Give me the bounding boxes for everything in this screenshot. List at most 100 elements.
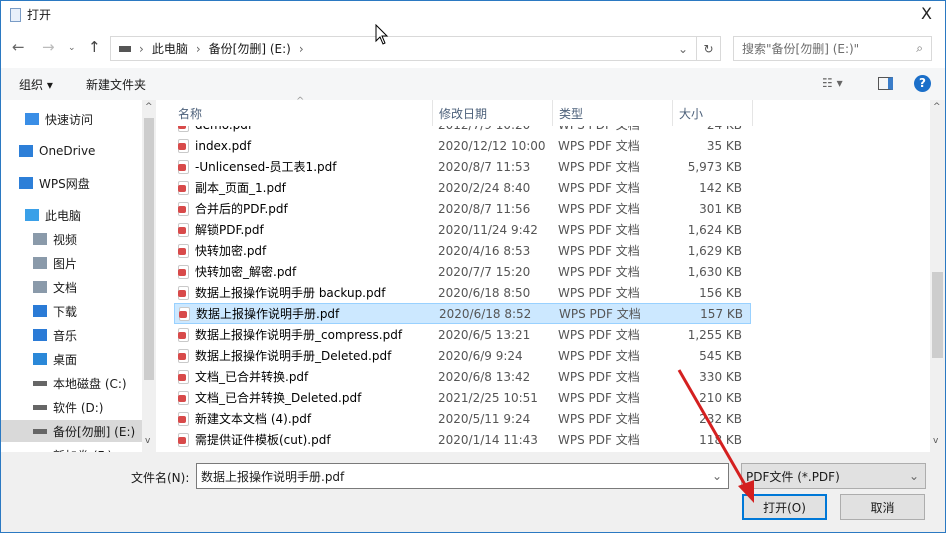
file-date: 2020/7/7 15:20 xyxy=(438,264,531,279)
file-row[interactable]: 数据上报操作说明手册.pdf 2020/6/18 8:52 WPS PDF 文档 15… xyxy=(174,303,751,324)
file-date: 2020/6/9 9:24 xyxy=(438,348,523,363)
breadcrumb-drive-e[interactable]: 备份[勿删] (E:) xyxy=(209,40,291,57)
filename-label: 文件名(N): xyxy=(131,471,190,485)
file-size: 301 KB xyxy=(699,201,742,216)
search-input[interactable]: 搜索"备份[勿删] (E:)" ⌕ xyxy=(733,36,932,61)
file-size: 330 KB xyxy=(699,369,742,384)
file-name: 数据上报操作说明手册.pdf xyxy=(175,305,433,322)
filename-input[interactable]: 数据上报操作说明手册.pdf ⌄ xyxy=(196,463,729,489)
file-type: WPS PDF 文档 xyxy=(558,139,640,153)
file-row[interactable]: 解锁PDF.pdf 2020/11/24 9:42 WPS PDF 文档 1,624 … xyxy=(174,219,751,240)
open-button[interactable]: 打开(O) xyxy=(742,494,827,520)
help-icon[interactable]: ? xyxy=(914,75,931,92)
file-row[interactable]: 需提供证件模板(cut).pdf 2020/1/14 11:43 WPS PDF 文… xyxy=(174,429,751,450)
star-icon xyxy=(25,113,39,125)
file-type: WPS PDF 文档 xyxy=(558,181,640,195)
new-folder-button[interactable]: 新建文件夹 xyxy=(86,76,146,93)
file-size: 156 KB xyxy=(699,285,742,300)
file-name: demo.pdf xyxy=(174,126,432,132)
back-icon[interactable]: ← xyxy=(12,38,25,56)
file-type: WPS PDF 文档 xyxy=(559,307,641,321)
search-icon: ⌕ xyxy=(916,41,923,55)
file-row[interactable]: 文档_已合并转换.pdf 2020/6/8 13:42 WPS PDF 文档 330 … xyxy=(174,366,751,387)
cancel-button[interactable]: 取消 xyxy=(840,494,925,520)
file-row[interactable]: -Unlicensed-员工表1.pdf 2020/8/7 11:53 WPS PD… xyxy=(174,156,751,177)
organize-button[interactable]: 组织 ▾ xyxy=(19,76,53,93)
title-bar: 打开 xyxy=(10,6,51,23)
forward-icon[interactable]: → xyxy=(42,38,55,56)
file-date: 2020/6/18 8:50 xyxy=(438,285,531,300)
file-size: 118 KB xyxy=(699,432,742,447)
file-size: 5,973 KB xyxy=(687,159,742,174)
file-list: demo.pdf2012/7/9 10:20WPS PDF 文档24 KBind… xyxy=(0,126,930,452)
file-type-select[interactable]: PDF文件 (*.PDF) ⌄ xyxy=(741,463,926,489)
address-dropdown-icon[interactable]: ⌄ xyxy=(678,42,688,56)
close-button[interactable]: X xyxy=(921,4,932,23)
view-options-icon[interactable]: ☷ ▾ xyxy=(822,76,843,90)
file-date: 2020/8/7 11:53 xyxy=(438,159,531,174)
pdf-file-icon xyxy=(179,306,190,321)
file-size: 35 KB xyxy=(706,138,742,153)
file-name: 快转加密.pdf xyxy=(174,242,432,259)
file-name: 快转加密_解密.pdf xyxy=(174,263,432,280)
file-row[interactable]: 合并后的PDF.pdf 2020/8/7 11:56 WPS PDF 文档 301 K… xyxy=(174,198,751,219)
column-header-type[interactable]: 类型 xyxy=(553,100,673,126)
file-date: 2020/6/8 13:42 xyxy=(438,369,531,384)
up-icon[interactable]: ↑ xyxy=(88,38,101,56)
file-name: 文档_已合并转换.pdf xyxy=(174,368,432,385)
file-row[interactable]: 副本_页面_1.pdf 2020/2/24 8:40 WPS PDF 文档 142 K… xyxy=(174,177,751,198)
filename-dropdown-icon[interactable]: ⌄ xyxy=(712,469,722,483)
file-name: 数据上报操作说明手册 backup.pdf xyxy=(174,284,432,301)
file-type: WPS PDF 文档 xyxy=(558,370,640,384)
file-row[interactable]: 数据上报操作说明手册_Deleted.pdf 2020/6/9 9:24 WPS P… xyxy=(174,345,751,366)
pdf-file-icon xyxy=(178,159,189,174)
file-name: 合并后的PDF.pdf xyxy=(174,200,432,217)
file-date: 2020/6/5 13:21 xyxy=(438,327,531,342)
preview-pane-icon[interactable] xyxy=(878,77,893,90)
address-bar[interactable]: › 此电脑 › 备份[勿删] (E:) › ⌄ ↻ xyxy=(110,36,721,61)
file-type: WPS PDF 文档 xyxy=(558,328,640,342)
file-date: 2020/1/14 11:43 xyxy=(438,432,538,447)
file-name: 解锁PDF.pdf xyxy=(174,221,432,238)
pdf-file-icon xyxy=(178,432,189,447)
refresh-icon[interactable]: ↻ xyxy=(696,37,720,60)
file-name: 新建文本文档 (4).pdf xyxy=(174,410,432,427)
file-date: 2020/4/16 8:53 xyxy=(438,243,531,258)
file-row[interactable]: 文档_已合并转换_Deleted.pdf 2021/2/25 10:51 WPS P… xyxy=(174,387,751,408)
file-row[interactable]: demo.pdf2012/7/9 10:20WPS PDF 文档24 KB xyxy=(174,126,751,135)
file-type: WPS PDF 文档 xyxy=(552,126,670,133)
file-size: 545 KB xyxy=(699,348,742,363)
pdf-file-icon xyxy=(178,369,189,384)
file-type: WPS PDF 文档 xyxy=(558,265,640,279)
file-date: 2020/11/24 9:42 xyxy=(438,222,538,237)
breadcrumb-this-pc[interactable]: 此电脑 xyxy=(152,40,188,57)
file-name: 文档_已合并转换_Deleted.pdf xyxy=(174,389,432,406)
file-row[interactable]: 快转加密_解密.pdf 2020/7/7 15:20 WPS PDF 文档 1,630… xyxy=(174,261,751,282)
column-header-name[interactable]: 名称 xyxy=(172,100,433,126)
recent-chevron-icon[interactable]: ⌄ xyxy=(68,43,76,53)
file-row[interactable]: 数据上报操作说明手册 backup.pdf 2020/6/18 8:50 WPS P… xyxy=(174,282,751,303)
pdf-file-icon xyxy=(178,264,189,279)
file-type: WPS PDF 文档 xyxy=(558,244,640,258)
window-title: 打开 xyxy=(27,8,52,22)
file-date: 2020/6/18 8:52 xyxy=(439,306,532,321)
file-list-scrollbar[interactable]: ^ v xyxy=(930,100,945,452)
pdf-file-icon xyxy=(178,180,189,195)
pdf-file-icon xyxy=(178,201,189,216)
file-type: WPS PDF 文档 xyxy=(558,160,640,174)
column-header-size[interactable]: 大小 xyxy=(673,100,753,126)
file-size: 1,629 KB xyxy=(687,243,742,258)
file-row[interactable]: 数据上报操作说明手册_compress.pdf 2020/6/5 13:21 WPS… xyxy=(174,324,751,345)
file-size: 1,255 KB xyxy=(687,327,742,342)
file-row[interactable]: 新建文本文档 (4).pdf 2020/5/11 9:24 WPS PDF 文档 23… xyxy=(174,408,751,429)
column-header-date[interactable]: 修改日期 xyxy=(433,100,553,126)
file-type: WPS PDF 文档 xyxy=(558,391,640,405)
file-icon xyxy=(10,7,21,22)
file-type: WPS PDF 文档 xyxy=(558,286,640,300)
file-type: WPS PDF 文档 xyxy=(558,223,640,237)
pdf-file-icon xyxy=(178,138,189,153)
file-size: 210 KB xyxy=(699,390,742,405)
file-name: 数据上报操作说明手册_compress.pdf xyxy=(174,326,432,343)
file-row[interactable]: index.pdf 2020/12/12 10:00 WPS PDF 文档 35 KB xyxy=(174,135,751,156)
file-row[interactable]: 快转加密.pdf 2020/4/16 8:53 WPS PDF 文档 1,629 KB xyxy=(174,240,751,261)
